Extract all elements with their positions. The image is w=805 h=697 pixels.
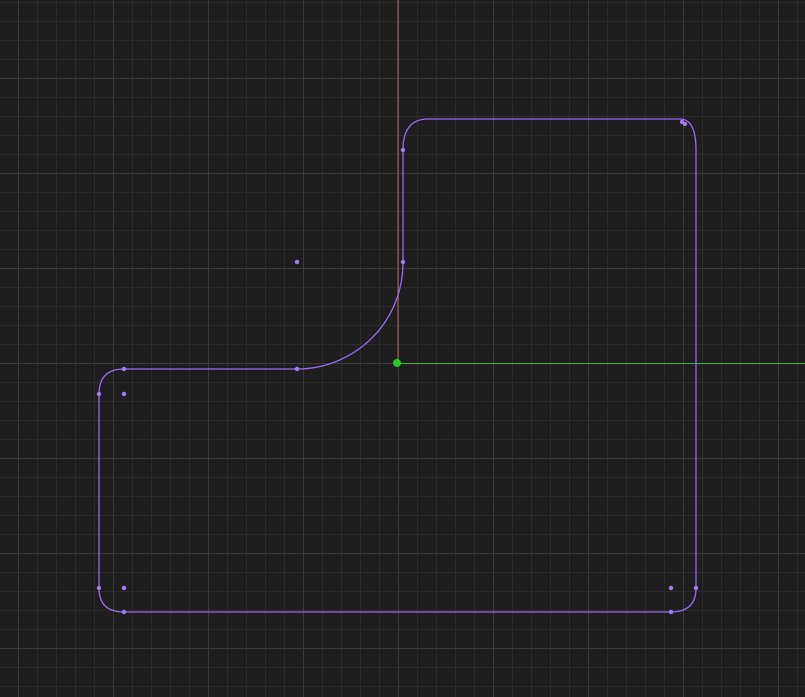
sketch-point[interactable] (294, 366, 300, 372)
sketch-point[interactable] (400, 259, 406, 265)
sketch-point[interactable] (400, 147, 406, 153)
sketch-point[interactable] (668, 585, 674, 591)
sketch-point[interactable] (294, 259, 300, 265)
sketch-point[interactable] (121, 391, 127, 397)
sketch-point[interactable] (96, 391, 102, 397)
sketch-point[interactable] (682, 121, 688, 127)
sketch-canvas[interactable] (0, 0, 805, 697)
sketch-point[interactable] (121, 366, 127, 372)
sketch-point[interactable] (668, 609, 674, 615)
origin-point[interactable] (393, 359, 401, 367)
sketch-point[interactable] (121, 609, 127, 615)
sketch-point[interactable] (96, 585, 102, 591)
canvas-background (0, 0, 805, 697)
sketch-point[interactable] (693, 585, 699, 591)
sketch-point[interactable] (121, 585, 127, 591)
